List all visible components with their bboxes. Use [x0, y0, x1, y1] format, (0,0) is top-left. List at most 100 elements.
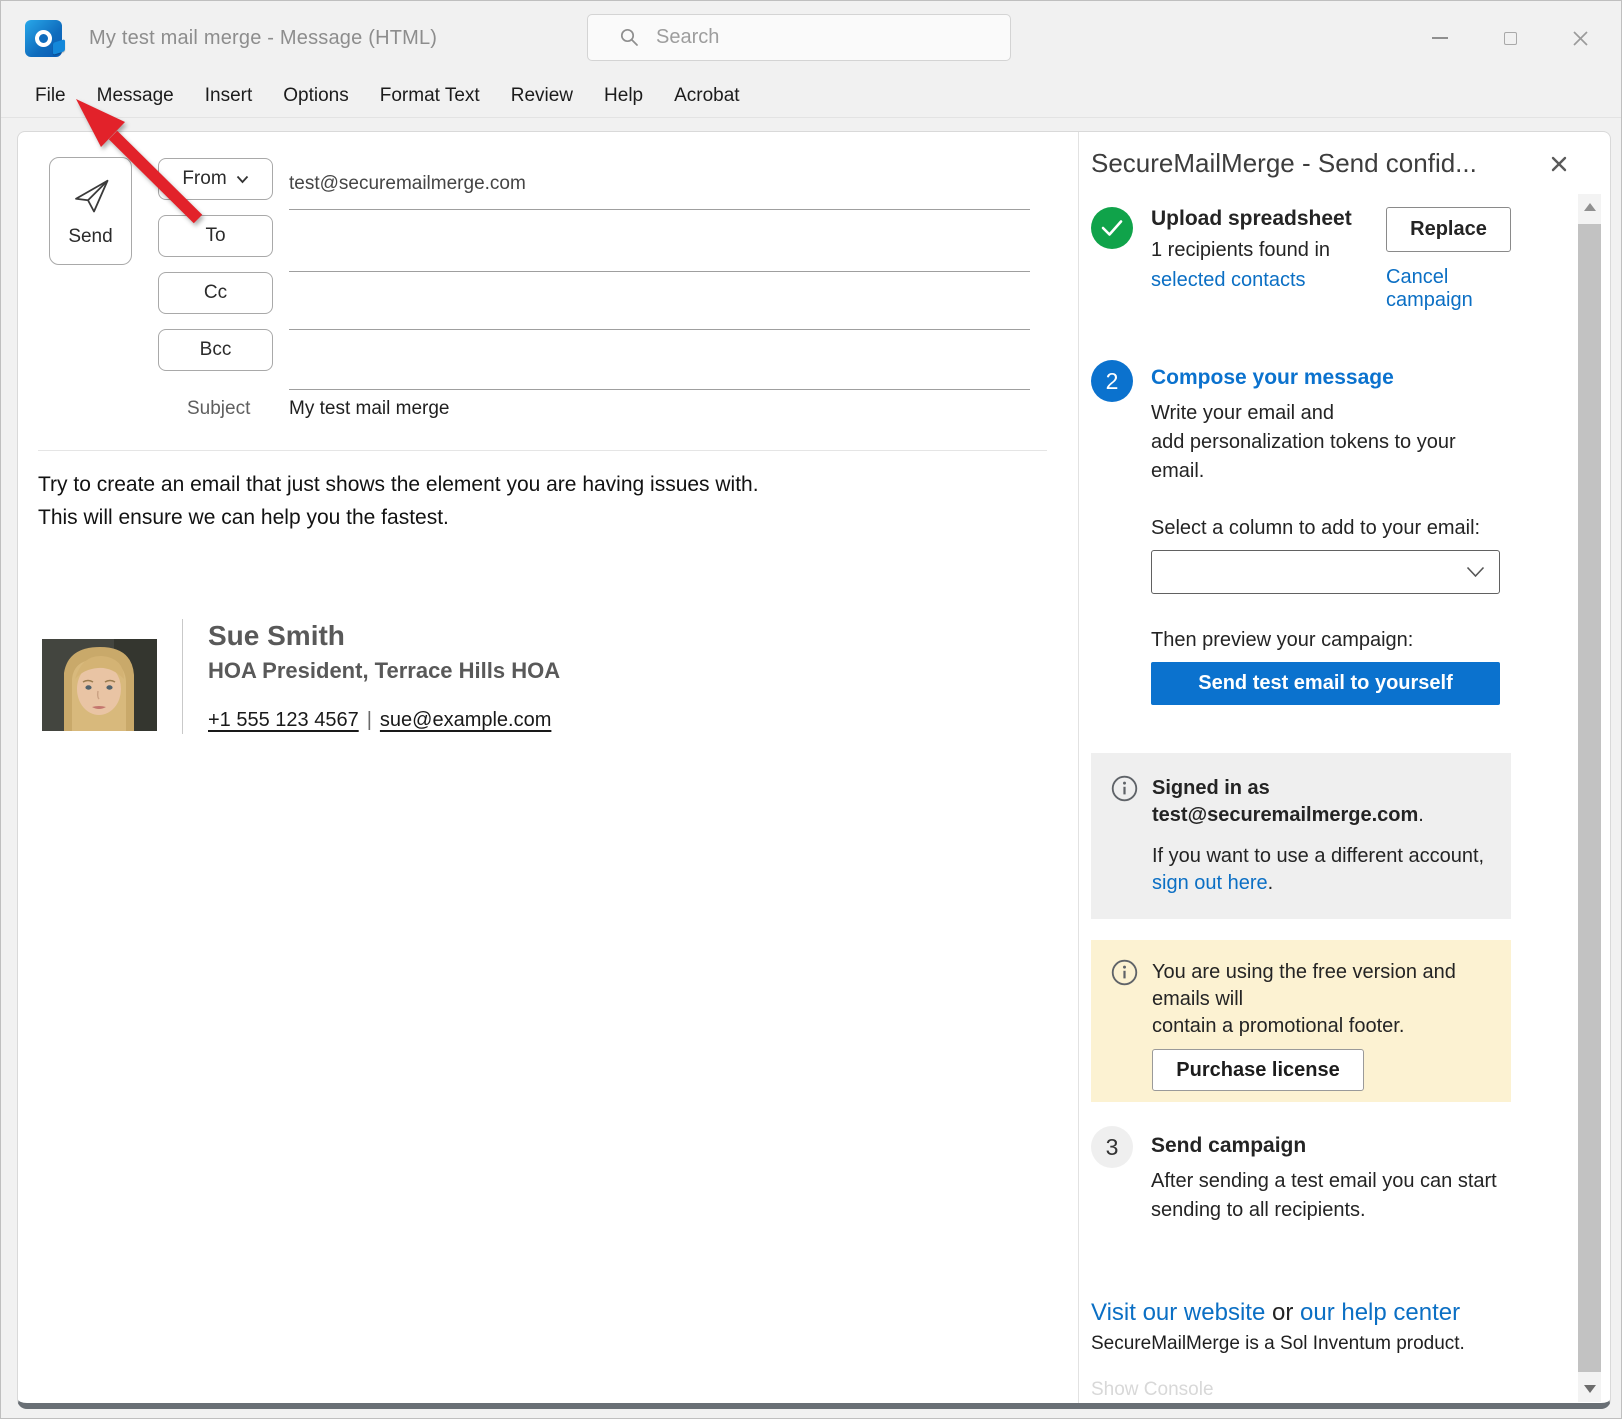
- close-icon: [1572, 30, 1589, 47]
- sign-out-period: .: [1268, 872, 1274, 894]
- maximize-icon: [1504, 32, 1517, 45]
- column-select-dropdown[interactable]: [1151, 550, 1500, 594]
- send-test-email-button[interactable]: Send test email to yourself: [1151, 662, 1500, 705]
- menu-item-acrobat[interactable]: Acrobat: [674, 85, 739, 107]
- cc-button-label: Cc: [204, 282, 227, 304]
- subject-separator: [38, 450, 1047, 451]
- step-2-desc-line-2: add personalization tokens to your email…: [1151, 428, 1511, 486]
- signature-email-link[interactable]: sue@example.com: [380, 709, 551, 731]
- signed-in-account: Signed in as test@securemailmerge.com: [1152, 777, 1418, 826]
- subject-field[interactable]: My test mail merge: [289, 398, 449, 420]
- bcc-button-label: Bcc: [200, 339, 232, 361]
- step-2-badge: 2: [1091, 360, 1133, 402]
- pane-content: Upload spreadsheet 1 recipients found in…: [1091, 207, 1511, 1401]
- bcc-button[interactable]: Bcc: [158, 329, 273, 371]
- column-select-label: Select a column to add to your email:: [1151, 517, 1511, 540]
- bcc-field[interactable]: [289, 336, 1030, 390]
- menu-item-options[interactable]: Options: [283, 85, 348, 107]
- close-window-button[interactable]: [1545, 9, 1615, 67]
- menu-item-review[interactable]: Review: [511, 85, 573, 107]
- product-attribution: SecureMailMerge is a Sol Inventum produc…: [1091, 1333, 1511, 1355]
- step-2-compose: 2 Compose your message Write your email …: [1091, 360, 1511, 705]
- replace-button[interactable]: Replace: [1386, 207, 1511, 252]
- window-controls: [1405, 1, 1615, 75]
- scroll-down-arrow[interactable]: [1578, 1378, 1601, 1400]
- selected-contacts-link[interactable]: selected contacts: [1151, 269, 1306, 292]
- menu-item-insert[interactable]: Insert: [205, 85, 253, 107]
- send-button[interactable]: Send: [49, 157, 132, 265]
- to-button-label: To: [205, 225, 225, 247]
- help-center-link[interactable]: our help center: [1300, 1299, 1460, 1326]
- scrollbar-thumb[interactable]: [1578, 224, 1601, 1372]
- close-icon: [1549, 154, 1569, 174]
- step-1-complete-badge: [1091, 207, 1133, 249]
- email-signature: Sue Smith HOA President, Terrace Hills H…: [42, 619, 560, 734]
- to-button[interactable]: To: [158, 215, 273, 257]
- step-3-desc-line-2: sending to all recipients.: [1151, 1196, 1511, 1225]
- outlook-message-window: My test mail merge - Message (HTML) Sear…: [0, 0, 1622, 1419]
- step-3-send: 3 Send campaign After sending a test ema…: [1091, 1126, 1511, 1225]
- pane-scrollbar[interactable]: [1578, 194, 1601, 1402]
- outlook-envelope-flap: [53, 39, 65, 55]
- sign-out-link[interactable]: sign out here: [1152, 872, 1268, 894]
- menu-item-file[interactable]: File: [35, 85, 66, 107]
- from-address: test@securemailmerge.com: [289, 173, 526, 195]
- message-body[interactable]: Try to create an email that just shows t…: [38, 468, 759, 534]
- menu-item-message[interactable]: Message: [97, 85, 174, 107]
- chevron-down-icon: [236, 175, 249, 184]
- minimize-button[interactable]: [1405, 9, 1475, 67]
- pane-close-button[interactable]: [1548, 154, 1570, 176]
- visit-website-link[interactable]: Visit our website: [1091, 1299, 1265, 1326]
- different-account-text: If you want to use a different account,: [1152, 845, 1484, 867]
- step-3-text: Send campaign After sending a test email…: [1151, 1126, 1511, 1225]
- step-2-title: Compose your message: [1151, 366, 1511, 390]
- step-3-badge: 3: [1091, 1126, 1133, 1168]
- signed-in-notice: Signed in as test@securemailmerge.com. I…: [1091, 753, 1511, 919]
- pane-header: SecureMailMerge - Send confid...: [1091, 132, 1612, 179]
- signature-photo: [42, 639, 157, 731]
- step-3-title: Send campaign: [1151, 1134, 1511, 1158]
- info-icon: [1111, 775, 1138, 802]
- step-1-title: Upload spreadsheet: [1151, 207, 1368, 231]
- compose-area: Send From To Cc Bcc test@securemailmerge…: [18, 132, 1079, 1403]
- window-title: My test mail merge - Message (HTML): [89, 27, 437, 50]
- signature-text: Sue Smith HOA President, Terrace Hills H…: [208, 619, 560, 732]
- step-1-recipients: 1 recipients found in: [1151, 239, 1368, 262]
- cancel-campaign-link[interactable]: Cancel campaign: [1386, 266, 1511, 312]
- ribbon-menu-bar: File Message Insert Options Format Text …: [1, 75, 1621, 118]
- to-field[interactable]: [289, 220, 1030, 272]
- show-console-link[interactable]: Show Console: [1091, 1379, 1511, 1401]
- pane-footer: Visit our website or our help center Sec…: [1091, 1299, 1511, 1355]
- outlook-app-icon: [25, 20, 62, 57]
- cc-field[interactable]: [289, 278, 1030, 330]
- from-button-label: From: [182, 168, 226, 190]
- maximize-button[interactable]: [1475, 9, 1545, 67]
- subject-label: Subject: [187, 398, 250, 420]
- signature-role: HOA President, Terrace Hills HOA: [208, 658, 560, 684]
- menu-item-format-text[interactable]: Format Text: [380, 85, 480, 107]
- signature-phone-link[interactable]: +1 555 123 4567: [208, 709, 359, 731]
- body-line-1: Try to create an email that just shows t…: [38, 468, 759, 501]
- outlook-o-glyph: [35, 30, 52, 47]
- signature-contacts: +1 555 123 4567 | sue@example.com: [208, 709, 560, 732]
- step-3-description: After sending a test email you can start…: [1151, 1167, 1511, 1225]
- search-placeholder: Search: [656, 26, 719, 49]
- signature-separator: |: [367, 709, 372, 731]
- step-2-text: Compose your message Write your email an…: [1151, 360, 1511, 705]
- from-field[interactable]: test@securemailmerge.com: [289, 158, 1030, 210]
- free-version-line-1: You are using the free version and email…: [1152, 959, 1491, 1013]
- from-button[interactable]: From: [158, 158, 273, 200]
- message-content-card: Send From To Cc Bcc test@securemailmerge…: [17, 131, 1611, 1409]
- footer-or-text: or: [1265, 1299, 1300, 1326]
- title-bar: My test mail merge - Message (HTML) Sear…: [1, 1, 1621, 75]
- paper-plane-icon: [70, 174, 112, 216]
- minimize-icon: [1432, 37, 1448, 39]
- purchase-license-button[interactable]: Purchase license: [1152, 1049, 1364, 1091]
- menu-item-help[interactable]: Help: [604, 85, 643, 107]
- pane-title: SecureMailMerge - Send confid...: [1091, 148, 1612, 179]
- cc-button[interactable]: Cc: [158, 272, 273, 314]
- signature-divider: [182, 619, 183, 734]
- scroll-up-arrow[interactable]: [1578, 196, 1601, 218]
- step-1-text: Upload spreadsheet 1 recipients found in…: [1151, 207, 1368, 312]
- search-input[interactable]: Search: [587, 14, 1011, 61]
